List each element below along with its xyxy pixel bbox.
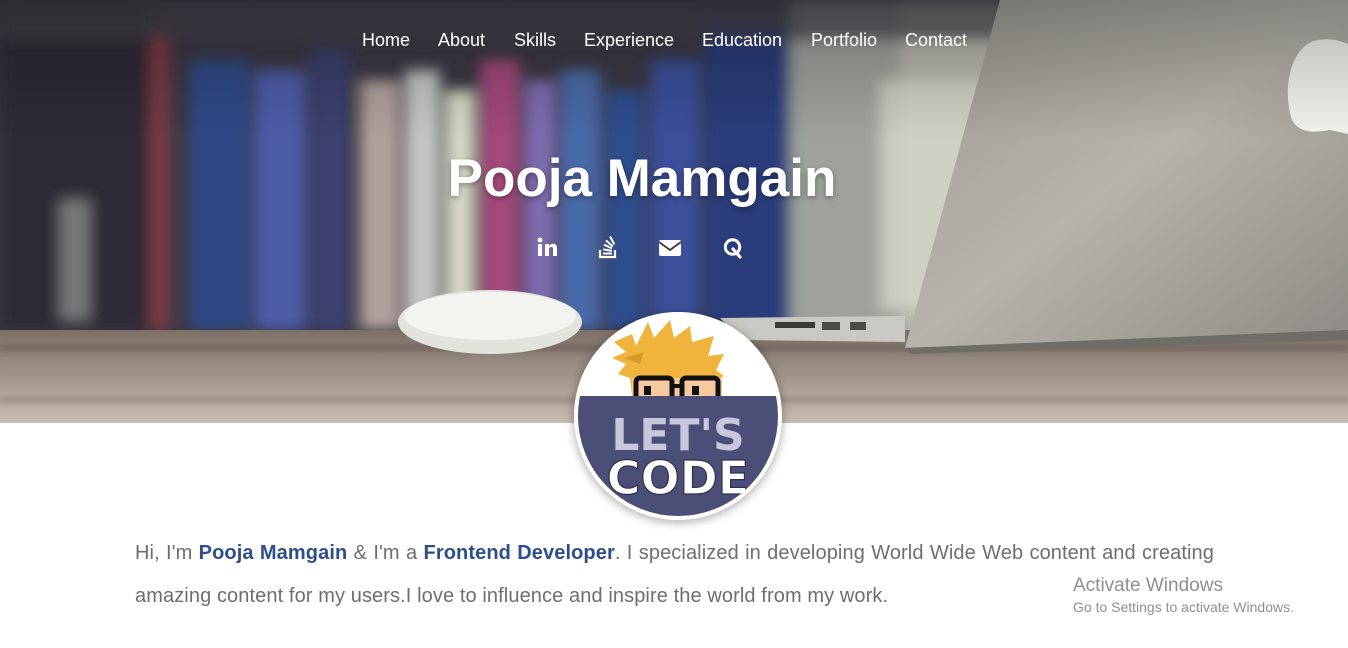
- intro-paragraph: Hi, I'm Pooja Mamgain & I'm a Frontend D…: [135, 532, 1214, 618]
- intro-name: Pooja Mamgain: [198, 542, 348, 564]
- stackoverflow-icon[interactable]: [592, 232, 624, 264]
- watermark-title: Activate Windows: [1073, 575, 1223, 596]
- nav-experience-link[interactable]: Experience: [584, 26, 674, 54]
- intro-text-2: & I'm a: [347, 542, 424, 564]
- nav-skills-link[interactable]: Skills: [514, 26, 556, 54]
- nav-contact-link[interactable]: Contact: [905, 26, 967, 54]
- lets-code-logo: LET'S CODE: [574, 312, 782, 520]
- intro-role: Frontend Developer: [423, 542, 615, 564]
- watermark-subtitle: Go to Settings to activate Windows.: [1073, 599, 1294, 615]
- page-title: Pooja Mamgain: [447, 149, 837, 208]
- activate-windows-watermark: Activate Windows Go to Settings to activ…: [1073, 574, 1294, 616]
- envelope-icon[interactable]: [654, 232, 686, 264]
- nav-education-link[interactable]: Education: [702, 26, 782, 54]
- quora-icon[interactable]: [717, 232, 749, 264]
- avatar: LET'S CODE: [574, 312, 782, 520]
- logo-line-code: CODE: [607, 451, 749, 505]
- linkedin-icon[interactable]: [531, 232, 563, 264]
- main-navigation: Home About Skills Experience Education P…: [0, 26, 1348, 54]
- nav-about-link[interactable]: About: [438, 26, 485, 54]
- intro-text-1: Hi, I'm: [135, 542, 199, 564]
- nav-home-link[interactable]: Home: [362, 26, 410, 54]
- nav-portfolio-link[interactable]: Portfolio: [811, 26, 877, 54]
